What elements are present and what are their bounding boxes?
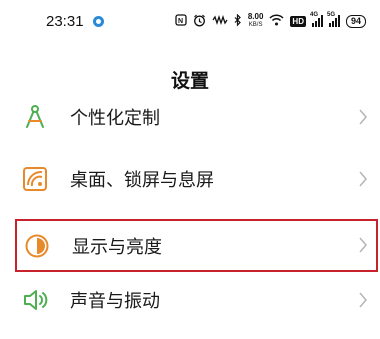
status-bar: 23:31 N 8.00 KB/S HD 4G 5G 94 <box>0 0 380 44</box>
chevron-right-icon <box>358 291 368 309</box>
signal-5g-label: 5G <box>326 12 335 18</box>
settings-item-display-brightness[interactable]: 显示与亮度 <box>15 219 378 272</box>
svg-text:N: N <box>178 18 183 25</box>
bluetooth-icon <box>234 13 242 29</box>
settings-item-label: 声音与振动 <box>70 291 160 312</box>
settings-item-sound-vibration[interactable]: 声音与振动 <box>14 271 378 329</box>
settings-item-label: 个性化定制 <box>70 108 160 129</box>
network-speed: 8.00 KB/S <box>248 13 264 29</box>
wallpaper-icon <box>22 166 48 192</box>
signal-4g-icon: 4G <box>309 12 323 27</box>
nfc-icon: N <box>175 14 187 28</box>
network-speed-unit: KB/S <box>248 22 263 28</box>
vibrate-icon <box>212 14 228 28</box>
signal-4g-label: 4G <box>309 12 318 18</box>
chevron-right-icon <box>358 108 368 126</box>
battery-indicator: 94 <box>345 14 366 28</box>
speaker-icon <box>22 287 48 313</box>
settings-item-desktop-lockscreen[interactable]: 桌面、锁屏与息屏 <box>14 150 378 208</box>
notification-app-icon <box>93 16 104 27</box>
page-title: 设置 <box>170 70 209 92</box>
wifi-icon <box>269 14 284 28</box>
settings-item-label: 显示与亮度 <box>72 237 162 258</box>
signal-5g-icon: 5G <box>326 12 340 27</box>
compass-icon <box>22 104 48 130</box>
status-time: 23:31 <box>46 13 84 30</box>
network-speed-value: 8.00 <box>247 12 264 21</box>
brightness-icon <box>24 233 50 259</box>
chevron-right-icon <box>358 170 368 188</box>
alarm-icon <box>193 14 206 29</box>
settings-item-label: 桌面、锁屏与息屏 <box>70 170 214 191</box>
hd-badge: HD <box>290 15 306 27</box>
status-icons: N 8.00 KB/S HD 4G 5G 94 <box>175 11 366 31</box>
settings-item-personalization[interactable]: 个性化定制 <box>14 90 378 148</box>
chevron-right-icon <box>358 236 368 254</box>
